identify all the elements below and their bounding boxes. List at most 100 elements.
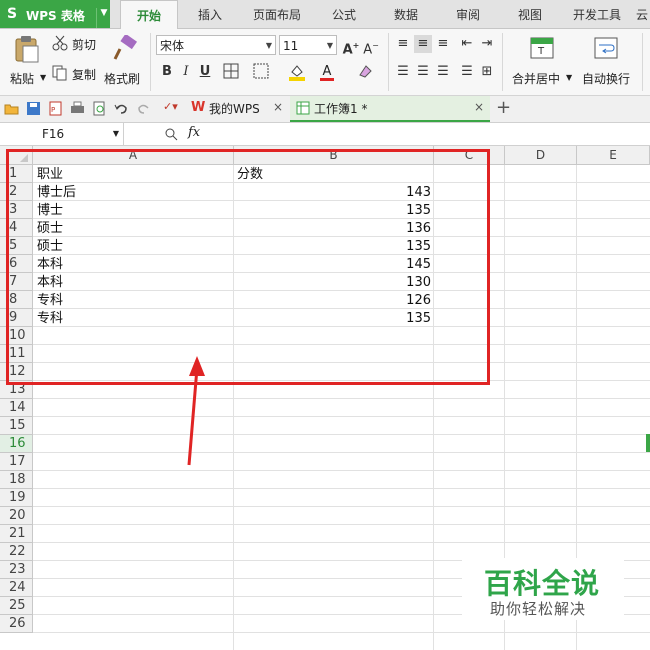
increase-font-icon[interactable]: A+ [342,37,360,57]
divider [502,33,503,91]
align-top-icon[interactable]: ≡ [394,35,412,53]
export-pdf-icon[interactable]: P [48,101,63,116]
clear-format-icon[interactable] [356,63,374,81]
cell-reference: F16 [42,127,65,141]
row-header[interactable]: 26 [0,615,33,633]
row-header[interactable]: 14 [0,399,33,417]
annotation-arrow-icon [187,356,205,466]
print-preview-icon[interactable] [92,101,107,116]
chevron-down-icon[interactable]: ▼ [566,73,572,82]
menu-bar: S WPS 表格 ▼ 开始 插入 页面布局 公式 数据 审阅 视图 开发工具 云 [0,0,650,30]
print-icon[interactable] [70,101,85,116]
gridline [33,416,650,417]
tab-data[interactable]: 数据 [382,0,430,28]
row-header[interactable]: 15 [0,417,33,435]
new-tab-plus-icon[interactable]: + [496,97,511,118]
align-middle-icon[interactable]: ≡ [414,35,432,53]
chevron-down-icon[interactable]: ▼ [96,8,111,28]
row-header[interactable]: 17 [0,453,33,471]
wrap-text-label: 自动换行 [582,72,631,86]
paste-button[interactable]: 粘贴 ▼ [8,33,48,91]
row-header[interactable]: 24 [0,579,33,597]
decrease-font-icon[interactable]: A− [362,37,380,57]
indent-increase-icon[interactable]: ⇥ [478,35,496,53]
wps-logo-icon: W [191,100,206,115]
ribbon-toolbar: 粘贴 ▼ 剪切 复制 格式刷 宋体 ▼ 11 ▼ A+ A− B I U A ≡… [0,29,650,96]
tab-home[interactable]: 开始 [120,0,178,30]
row-header[interactable]: 20 [0,507,33,525]
tab-cloud[interactable]: 云 [634,0,650,28]
gridline [33,542,650,543]
font-color-icon[interactable]: A [318,63,336,81]
wrap-text-button[interactable]: 自动换行 [580,33,636,91]
tab-view[interactable]: 视图 [506,0,554,28]
undo-icon[interactable] [114,101,129,116]
tab-review[interactable]: 审阅 [444,0,492,28]
doc-tab-label: 我的WPS [209,102,260,116]
function-icon[interactable]: fx [188,125,200,140]
column-header-d[interactable]: D [505,146,577,165]
doc-tab-workbook[interactable]: 工作簿1 * × [290,96,490,122]
indent-decrease-icon[interactable]: ⇤ [458,35,476,53]
align-left-icon[interactable]: ☰ [394,63,412,81]
close-icon[interactable]: × [273,100,283,114]
row-header[interactable]: 19 [0,489,33,507]
copy-label: 复制 [72,68,97,82]
cut-button[interactable]: 剪切 [52,35,102,53]
app-menu-button[interactable]: S WPS 表格 ▼ [0,0,110,28]
gridline [33,452,650,453]
paste-label: 粘贴 [10,72,35,86]
formula-input[interactable] [214,123,650,145]
chevron-down-icon[interactable]: ▼ [40,73,46,82]
copy-button[interactable]: 复制 [52,65,102,83]
watermark-title: 百科全说 [484,567,601,600]
align-center-icon[interactable]: ☰ [414,63,432,81]
cut-label: 剪切 [72,38,97,52]
border-icon[interactable] [222,63,240,81]
align-bottom-icon[interactable]: ≡ [434,35,452,53]
font-name-value: 宋体 [160,39,185,53]
svg-text:P: P [51,106,55,114]
cell-fill-pattern-icon[interactable] [252,63,270,81]
row-header[interactable]: 25 [0,597,33,615]
close-icon[interactable]: × [474,100,484,114]
bold-button[interactable]: B [158,63,176,81]
watermark: 百科全说 助你轻松解决 [462,558,624,620]
spreadsheet-icon [296,101,310,115]
formula-bar: F16 ▼ fx [0,123,650,146]
chevron-down-icon: ▼ [112,129,119,138]
row-header[interactable]: 16 [0,435,33,453]
italic-button[interactable]: I [177,63,195,81]
row-header[interactable]: 21 [0,525,33,543]
justify-icon[interactable]: ☰ [458,63,476,81]
row-header[interactable]: 22 [0,543,33,561]
doc-tab-my-wps[interactable]: W 我的WPS × [183,96,289,121]
merge-center-button[interactable]: T 合并居中 ▼ [508,33,574,91]
align-right-icon[interactable]: ☰ [434,63,452,81]
row-header[interactable]: 18 [0,471,33,489]
font-size-select[interactable]: 11 ▼ [279,35,337,55]
wps-logo-icon: S [7,6,18,22]
chevron-down-icon: ▼ [265,41,272,50]
scroll-marker [646,434,650,452]
clipboard-icon [15,36,39,63]
row-header[interactable]: 23 [0,561,33,579]
gridline [33,506,650,507]
redo-icon[interactable] [136,101,151,116]
open-folder-icon[interactable] [4,101,19,116]
save-icon[interactable] [26,101,41,116]
tab-page-layout[interactable]: 页面布局 [246,0,308,28]
column-header-e[interactable]: E [577,146,650,165]
zoom-icon[interactable] [164,127,178,141]
tab-developer[interactable]: 开发工具 [566,0,628,28]
fill-color-icon[interactable] [288,63,306,81]
name-box[interactable]: F16 ▼ [0,123,124,145]
font-name-select[interactable]: 宋体 ▼ [156,35,276,55]
underline-button[interactable]: U [196,63,214,81]
svg-text:T: T [537,46,545,57]
customize-qat-icon[interactable]: ✓▾ [163,100,178,113]
tab-formulas[interactable]: 公式 [320,0,368,28]
tab-insert[interactable]: 插入 [186,0,234,28]
format-painter-button[interactable]: 格式刷 [104,33,148,91]
distribute-icon[interactable]: ⊞ [478,63,496,81]
